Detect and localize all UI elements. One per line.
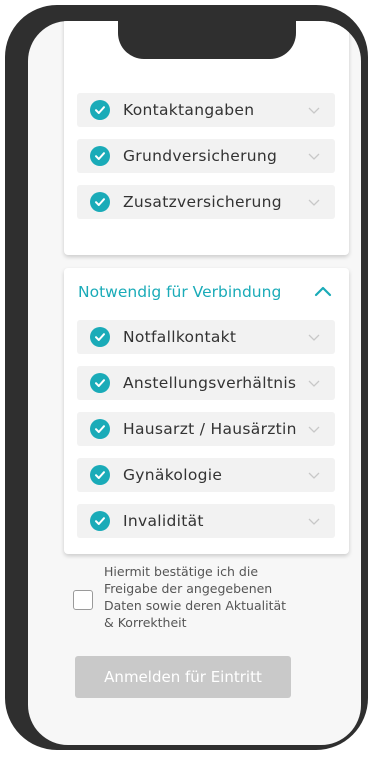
section-row-label: Anstellungsverhältnis — [123, 374, 297, 392]
consent-line: Hiermit bestätige ich die — [104, 564, 259, 579]
phone-frame: Kontaktangaben Grundversicherung Zusatzv — [5, 5, 368, 750]
check-icon — [90, 327, 110, 347]
section-row-grundversicherung[interactable]: Grundversicherung — [77, 139, 335, 173]
section-row-label: Hausarzt / Hausärztin — [123, 420, 297, 438]
section-row-label: Invalidität — [123, 512, 204, 530]
chevron-up-icon[interactable] — [309, 277, 337, 305]
check-icon — [90, 146, 110, 166]
consent-line: & Korrektheit — [104, 615, 187, 630]
chevron-down-icon[interactable] — [307, 334, 321, 341]
app-screen: Kontaktangaben Grundversicherung Zusatzv — [28, 21, 361, 745]
consent-checkbox[interactable] — [73, 590, 93, 610]
section-row-kontaktangaben[interactable]: Kontaktangaben — [77, 93, 335, 127]
phone-notch — [118, 21, 296, 59]
consent-line: Freigabe der angegebenen — [104, 581, 273, 596]
section-row-label: Notfallkontakt — [123, 328, 237, 346]
check-icon — [90, 100, 110, 120]
consent-line: Daten sowie deren Aktualität — [104, 598, 287, 613]
section-row-invaliditaet[interactable]: Invalidität — [77, 504, 335, 538]
section-row-gynaekologie[interactable]: Gynäkologie — [77, 458, 335, 492]
check-icon — [90, 511, 110, 531]
check-icon — [90, 465, 110, 485]
section-row-label: Zusatzversicherung — [123, 193, 282, 211]
check-icon — [90, 419, 110, 439]
chevron-down-icon[interactable] — [307, 199, 321, 206]
chevron-down-icon[interactable] — [307, 518, 321, 525]
check-icon — [90, 192, 110, 212]
section-row-notfallkontakt[interactable]: Notfallkontakt — [77, 320, 335, 354]
consent-text: Hiermit bestätige ich die Freigabe der a… — [104, 563, 304, 631]
section-row-anstellungsverhaeltnis[interactable]: Anstellungsverhältnis — [77, 366, 335, 400]
chevron-down-icon[interactable] — [307, 472, 321, 479]
connection-section-card: Notwendig für Verbindung Notfallkontakt … — [64, 268, 349, 554]
submit-button[interactable]: Anmelden für Eintritt — [75, 656, 291, 698]
chevron-down-icon[interactable] — [307, 380, 321, 387]
section-row-hausarzt[interactable]: Hausarzt / Hausärztin — [77, 412, 335, 446]
check-icon — [90, 373, 110, 393]
chevron-down-icon[interactable] — [307, 426, 321, 433]
chevron-down-icon[interactable] — [307, 153, 321, 160]
section-row-label: Kontaktangaben — [123, 101, 255, 119]
section-row-label: Grundversicherung — [123, 147, 278, 165]
chevron-down-icon[interactable] — [307, 107, 321, 114]
section-row-zusatzversicherung[interactable]: Zusatzversicherung — [77, 185, 335, 219]
section-title: Notwendig für Verbindung — [78, 283, 282, 301]
section-row-label: Gynäkologie — [123, 466, 223, 484]
